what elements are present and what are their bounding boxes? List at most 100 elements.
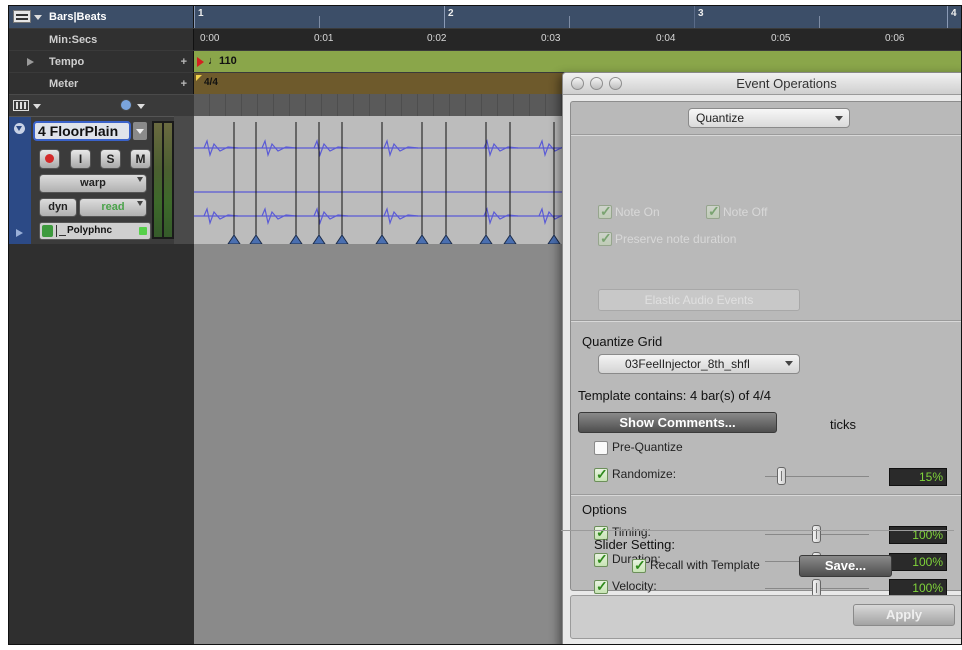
track-view-selector[interactable]: warp (39, 174, 147, 193)
quantize-grid-selector[interactable]: 03FeelInjector_8th_shfl (598, 354, 800, 374)
divider (571, 494, 961, 496)
pre-quantize-checkbox[interactable] (594, 441, 608, 455)
beat-tick (819, 16, 820, 28)
min-secs-label: Min:Secs (49, 34, 98, 46)
track-view-icon[interactable] (13, 100, 29, 111)
warp-marker-handle[interactable] (312, 234, 326, 244)
divider (561, 530, 954, 531)
apply-button[interactable]: Apply (853, 604, 955, 626)
randomize-slider-knob[interactable] (777, 467, 786, 485)
tempo-label: Tempo (49, 56, 85, 68)
meter-value: 4/4 (204, 77, 218, 88)
tempo-marker-icon[interactable] (197, 57, 204, 67)
voice-selector[interactable]: Polyphnc (39, 222, 151, 240)
warp-marker-handle[interactable] (289, 234, 303, 244)
warp-marker-handle[interactable] (415, 234, 429, 244)
warp-marker-handle[interactable] (503, 234, 517, 244)
warp-marker-handle[interactable] (335, 234, 349, 244)
track-list-header (9, 94, 194, 116)
velocity-slider[interactable] (765, 579, 869, 597)
clock-icon[interactable] (120, 99, 132, 111)
tempo-ruler[interactable]: Tempo + ♩110 (9, 50, 961, 73)
elastic-audio-events-button[interactable]: Elastic Audio Events (598, 289, 800, 311)
track-name-field[interactable]: 4 FloorPlain (33, 121, 131, 141)
add-meter-icon[interactable]: + (181, 73, 187, 95)
window-title: Event Operations (736, 76, 837, 91)
chevron-down-icon[interactable] (137, 104, 145, 109)
preserve-duration-checkbox[interactable] (598, 230, 612, 247)
tempo-value: ♩110 (208, 55, 237, 67)
dyn-button[interactable]: dyn (39, 198, 77, 217)
warp-marker-handle[interactable] (479, 234, 493, 244)
expand-triangle-icon[interactable] (27, 58, 34, 66)
randomize-label: Randomize: (612, 467, 677, 481)
solo-button[interactable]: S (100, 149, 121, 169)
randomize-checkbox[interactable] (594, 466, 608, 483)
velocity-checkbox[interactable] (594, 578, 608, 595)
time-tick: 0:04 (656, 33, 676, 44)
voice-label: Polyphnc (67, 225, 113, 236)
minimize-window-icon[interactable] (590, 77, 603, 90)
add-tempo-icon[interactable]: + (181, 51, 187, 73)
min-secs-ruler[interactable]: Min:Secs 0:00 0:01 0:02 0:03 0:04 0:05 0… (9, 28, 961, 51)
beat-tick (319, 16, 320, 28)
chevron-down-icon (137, 177, 143, 182)
window-title-bar[interactable]: Event Operations (563, 73, 961, 95)
track-level-meters (152, 121, 174, 239)
note-off-checkbox[interactable] (706, 203, 720, 220)
bars-beats-ruler[interactable]: Bars|Beats 1 2 3 4 (9, 6, 961, 28)
input-monitor-button[interactable]: I (70, 149, 91, 169)
quantize-grid-value: 03FeelInjector_8th_shfl (625, 357, 750, 371)
automation-mode-label: read (101, 201, 125, 213)
warp-marker-handle[interactable] (547, 234, 561, 244)
meter-marker-icon[interactable] (196, 75, 202, 81)
velocity-value[interactable]: 100% (889, 579, 947, 596)
randomize-value[interactable]: 15% (889, 468, 947, 486)
ruler-menu-icon[interactable] (13, 10, 31, 23)
note-on-label: Note On (615, 205, 660, 219)
bars-beats-lane[interactable]: 1 2 3 4 (194, 6, 961, 28)
track-gutter (174, 116, 194, 244)
track-disclosure-icon[interactable] (14, 123, 25, 134)
meter-left (154, 123, 162, 237)
min-secs-lane[interactable]: 0:00 0:01 0:02 0:03 0:04 0:05 0:06 (194, 29, 961, 51)
warp-marker-handle[interactable] (227, 234, 241, 244)
bars-beats-header[interactable]: Bars|Beats (9, 6, 194, 28)
timebase-icon[interactable] (56, 225, 66, 237)
chevron-down-icon[interactable] (34, 15, 42, 20)
chevron-down-icon (835, 116, 843, 121)
record-enable-button[interactable] (39, 149, 60, 169)
mute-button[interactable]: M (130, 149, 151, 169)
recall-with-template-checkbox[interactable] (632, 557, 646, 574)
bars-beats-label: Bars|Beats (49, 11, 107, 23)
show-comments-button[interactable]: Show Comments... (578, 412, 777, 433)
automation-mode-selector[interactable]: read (79, 198, 147, 217)
warp-marker-handle[interactable] (375, 234, 389, 244)
randomize-slider[interactable] (765, 467, 869, 485)
zoom-window-icon[interactable] (609, 77, 622, 90)
min-secs-header: Min:Secs (9, 29, 194, 51)
time-tick: 0:02 (427, 33, 447, 44)
bar-tick-4: 4 (947, 6, 957, 28)
chevron-down-icon[interactable] (33, 104, 41, 109)
meter-right (164, 123, 172, 237)
close-window-icon[interactable] (571, 77, 584, 90)
bar-tick-1: 1 (194, 6, 204, 28)
divider (571, 320, 961, 322)
note-on-checkbox[interactable] (598, 203, 612, 220)
tempo-header[interactable]: Tempo + (9, 51, 194, 73)
bar-tick-3: 3 (694, 6, 704, 28)
elastic-audio-icon[interactable] (42, 225, 53, 237)
warp-marker-handle[interactable] (249, 234, 263, 244)
meter-header: Meter + (9, 73, 194, 95)
track-list-empty-area (9, 244, 194, 644)
chevron-down-icon (785, 361, 793, 366)
operation-label: Quantize (696, 111, 745, 125)
track-selection-strip[interactable] (9, 117, 31, 245)
warp-marker-handle[interactable] (439, 234, 453, 244)
tempo-lane[interactable]: ♩110 (194, 51, 961, 73)
save-button[interactable]: Save... (799, 555, 892, 577)
track-name-menu-button[interactable] (133, 122, 147, 140)
operation-selector[interactable]: Quantize (688, 108, 850, 128)
expand-triangle-icon[interactable] (16, 229, 23, 237)
